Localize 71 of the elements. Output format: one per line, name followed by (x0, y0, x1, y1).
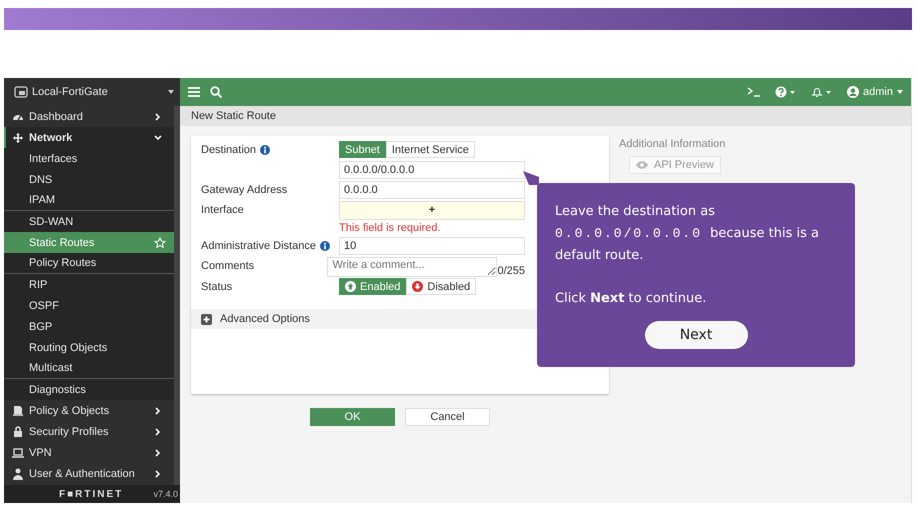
caret-icon (897, 90, 903, 94)
chevron-right-icon (154, 112, 162, 120)
input-field[interactable]: 0.0.0.0 (339, 181, 525, 199)
instruction-text: Click Next to continue. (555, 290, 708, 308)
chevron-down-icon (154, 134, 162, 142)
nav-item[interactable]: VPN (4, 442, 174, 463)
nav-subitem[interactable]: RIP (4, 274, 174, 295)
nav-subitem[interactable]: SD-WAN (4, 211, 174, 232)
brand-logo: F■RTINET (59, 488, 124, 500)
chevron-right-icon (154, 448, 162, 456)
lock-icon (12, 426, 24, 438)
search-icon (210, 86, 222, 98)
cancel-button[interactable]: Cancel (405, 408, 490, 426)
chevron-right-icon (154, 470, 162, 478)
field-label: Gateway Address (201, 184, 288, 196)
chevron-right-icon (154, 428, 162, 436)
chevron-right-icon (154, 406, 162, 414)
ok-button[interactable]: OK (310, 408, 395, 426)
nav-subitem[interactable]: Routing Objects (4, 337, 174, 358)
eye-icon (636, 161, 648, 169)
star-icon (154, 236, 166, 248)
field-label: Destination (201, 144, 256, 156)
bell-icon (811, 86, 834, 98)
user-menu[interactable]: admin (847, 86, 903, 98)
comment-field[interactable]: Write a comment... (327, 257, 498, 277)
field-label: Administrative Distance (201, 240, 316, 252)
nav-item[interactable]: Network (4, 127, 174, 148)
character-counter: 0/255 (497, 265, 525, 277)
nav-subitem[interactable]: Static Routes (4, 232, 174, 253)
nav-subitem[interactable]: Policy Routes (4, 253, 174, 274)
field-label: Interface (201, 204, 244, 216)
toggle-option[interactable]: Enabled (339, 278, 406, 295)
caret-icon (168, 90, 174, 94)
document-icon (12, 404, 24, 416)
arrow-down-icon (412, 281, 424, 292)
field-label: Comments (201, 260, 254, 272)
help-icon (775, 86, 798, 98)
input-field[interactable]: 10 (339, 237, 525, 255)
terminal-icon (747, 87, 762, 97)
input-field[interactable]: 0.0.0.0/0.0.0.0 (339, 161, 525, 179)
interface-selector[interactable]: + (339, 201, 525, 220)
nav-subitem[interactable]: DNS (4, 169, 174, 190)
nav-subitem[interactable]: OSPF (4, 295, 174, 316)
next-button[interactable]: Next (644, 321, 748, 349)
nav-subitem[interactable]: BGP (4, 316, 174, 337)
version-label: v7.4.0 (153, 489, 178, 499)
nav-subitem[interactable]: Interfaces (4, 148, 174, 169)
nav-subitem[interactable]: IPAM (4, 190, 174, 211)
device-icon (14, 86, 28, 98)
arrow-up-icon (345, 281, 356, 292)
nav-item[interactable]: Policy & Objects (4, 400, 174, 421)
laptop-icon (12, 446, 24, 458)
user-icon (12, 468, 24, 480)
toggle-option[interactable]: Subnet (339, 141, 386, 158)
toggle-option[interactable]: Internet Service (386, 141, 475, 158)
page-title: New Static Route (180, 106, 911, 126)
section-title: Additional Information (619, 138, 726, 150)
field-label: Status (201, 281, 232, 293)
nav-item[interactable]: Dashboard (4, 106, 174, 127)
error-message: This field is required. (339, 221, 442, 236)
user-icon (847, 86, 860, 98)
nav-subitem[interactable]: Diagnostics (4, 379, 174, 400)
expand-icon (201, 314, 212, 324)
nav-subitem[interactable]: Multicast (4, 358, 174, 379)
instruction-text: Leave the destination as 0.0.0.0/0.0.0.0 because this is a default route. (555, 203, 820, 265)
toggle-option[interactable]: Disabled (406, 278, 476, 295)
device-selector[interactable]: Local-FortiGate (14, 86, 174, 98)
menu-icon (188, 87, 200, 97)
nav-item[interactable]: Security Profiles (4, 421, 174, 442)
arrows-icon (12, 132, 24, 144)
nav-item[interactable]: User & Authentication (4, 463, 174, 484)
